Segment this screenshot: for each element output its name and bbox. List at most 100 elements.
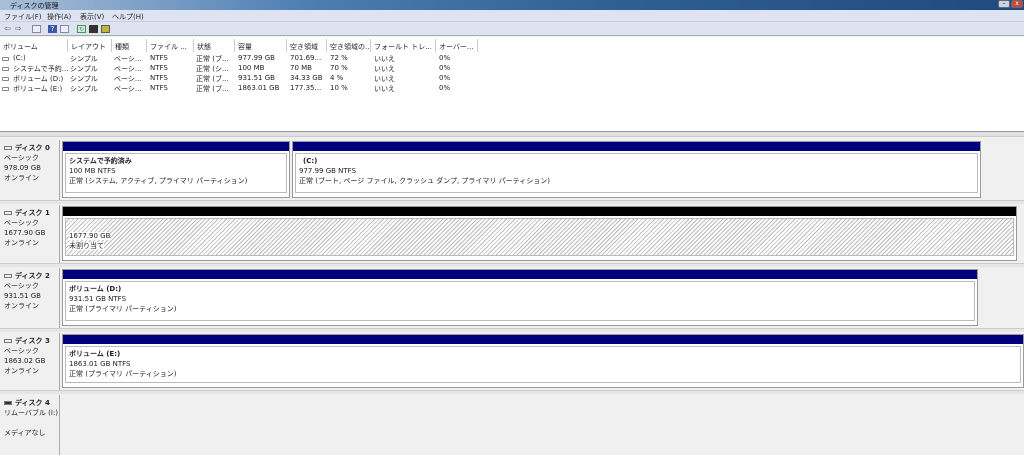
table-cell: 4 %	[330, 74, 344, 82]
console-tree-icon[interactable]	[32, 25, 41, 33]
disk-type: ベーシック	[4, 219, 39, 227]
menu-file[interactable]: ファイル(F)	[4, 12, 42, 22]
partition[interactable]: ボリューム (D:) 931.51 GB NTFS 正常 (プライマリ パーティショ…	[62, 269, 978, 326]
table-cell: 701.69...	[290, 54, 322, 62]
disk-size: 931.51 GB	[4, 292, 41, 300]
help-icon[interactable]: ?	[48, 25, 57, 33]
refresh-icon[interactable]: ↻	[77, 25, 86, 33]
table-cell: 0%	[439, 54, 451, 62]
disk-name: ディスク 3	[4, 336, 59, 346]
disk-separator	[0, 263, 1024, 267]
partition-size: 1677.90 GB	[69, 231, 1010, 241]
partition-size: 100 MB NTFS	[69, 166, 283, 176]
table-row[interactable]: システムで予約... シンプル ベーシ... NTFS 正常 (シ... 100 MB 70…	[0, 64, 480, 74]
col-filesystem[interactable]: ファイル ...	[147, 39, 194, 52]
disk-label[interactable]: ディスク 1 ベーシック 1677.90 GB オンライン	[0, 205, 60, 263]
partition-status-text: 正常 (プライマリ パーティション)	[69, 305, 177, 313]
col-layout[interactable]: レイアウト	[68, 39, 112, 52]
minimize-button[interactable]: –	[998, 0, 1010, 8]
partition-size: 977.99 GB NTFS	[299, 166, 974, 176]
table-cell: ベーシ...	[114, 65, 142, 73]
rescan-icon[interactable]	[101, 25, 110, 33]
col-free[interactable]: 空き領域	[287, 39, 327, 52]
col-free-pct[interactable]: 空き領域の...	[327, 39, 371, 52]
table-cell: シンプル	[70, 75, 98, 83]
partition-status-text: 未割り当て	[69, 242, 104, 250]
table-cell: 10 %	[330, 84, 348, 92]
col-type[interactable]: 種類	[112, 39, 147, 52]
disk-name: ディスク 2	[4, 271, 59, 281]
table-cell: 977.99 GB	[238, 54, 275, 62]
partition[interactable]: (C:) 977.99 GB NTFS 正常 (ブート, ページ ファイル, クラッ…	[292, 141, 981, 198]
disk-label[interactable]: ディスク 4 リムーバブル (I:) メディアなし	[0, 395, 60, 455]
table-row[interactable]: ボリューム (D:) シンプル ベーシ... NTFS 正常 (ブ... 931.51 G…	[0, 74, 480, 84]
pane-splitter[interactable]	[0, 131, 1024, 137]
table-cell: シンプル	[70, 65, 98, 73]
disk-status: オンライン	[4, 239, 39, 247]
partition-size: 931.51 GB NTFS	[69, 294, 971, 304]
table-cell: NTFS	[150, 54, 168, 62]
disk-separator	[0, 328, 1024, 332]
table-cell: シンプル	[70, 85, 98, 93]
menu-view[interactable]: 表示(V)	[80, 12, 104, 22]
table-cell: 931.51 GB	[238, 74, 275, 82]
partition-body: 1677.90 GB 未割り当て	[65, 218, 1014, 256]
disk-label[interactable]: ディスク 0 ベーシック 978.09 GB オンライン	[0, 140, 60, 200]
disk-label[interactable]: ディスク 2 ベーシック 931.51 GB オンライン	[0, 268, 60, 328]
disk-separator	[0, 390, 1024, 394]
partition[interactable]: システムで予約済み 100 MB NTFS 正常 (システム, アクティブ, プライ…	[62, 141, 290, 198]
disk-icon	[4, 274, 12, 278]
disk-type: リムーバブル (I:)	[4, 409, 59, 417]
partition[interactable]: ボリューム (E:) 1863.01 GB NTFS 正常 (プライマリ パーティシ…	[62, 334, 1024, 388]
partition-status: 未割り当て	[69, 241, 1010, 251]
table-cell: NTFS	[150, 84, 168, 92]
disk-name-text: ディスク 2	[15, 272, 50, 280]
menu-bar: ファイル(F) 操作(A) 表示(V) ヘルプ(H)	[0, 10, 1024, 22]
col-status[interactable]: 状態	[194, 39, 235, 52]
table-cell: 72 %	[330, 54, 348, 62]
disk-name: ディスク 0	[4, 143, 59, 153]
partition-body: ボリューム (D:) 931.51 GB NTFS 正常 (プライマリ パーティショ…	[65, 281, 975, 321]
show-pane-icon[interactable]	[60, 25, 69, 33]
table-cell: (C:)	[13, 54, 26, 62]
disk-name: ディスク 1	[4, 208, 59, 218]
table-cell: ベーシ...	[114, 75, 142, 83]
disk-name: ディスク 4	[4, 398, 59, 408]
unallocated-partition[interactable]: 1677.90 GB 未割り当て	[62, 206, 1017, 261]
partition-name: ボリューム (E:)	[69, 350, 121, 358]
col-fault-tolerance[interactable]: フォールト トレ...	[371, 39, 436, 52]
drive-icon	[2, 67, 9, 71]
back-icon[interactable]: ⇦	[3, 25, 12, 33]
disk-size: 1677.90 GB	[4, 229, 46, 237]
disk-status: オンライン	[4, 174, 39, 182]
menu-help[interactable]: ヘルプ(H)	[112, 12, 144, 22]
table-cell: いいえ	[374, 75, 395, 83]
table-cell: NTFS	[150, 74, 168, 82]
disk-status: メディアなし	[4, 429, 46, 437]
forward-icon[interactable]: ⇨	[14, 25, 23, 33]
toolbar: ⇦ ⇨ ? ↻	[0, 22, 1024, 36]
table-cell: ベーシ...	[114, 55, 142, 63]
col-capacity[interactable]: 容量	[235, 39, 287, 52]
col-volume[interactable]: ボリューム	[0, 39, 68, 52]
table-row[interactable]: ボリューム (E:) シンプル ベーシ... NTFS 正常 (ブ... 1863.01 …	[0, 84, 480, 94]
partition-bar	[63, 207, 1016, 216]
properties-icon[interactable]	[89, 25, 98, 33]
menu-action[interactable]: 操作(A)	[47, 12, 71, 22]
partition-size-text: 1863.01 GB NTFS	[69, 360, 131, 368]
table-row[interactable]: (C:) シンプル ベーシ... NTFS 正常 (ブ... 977.99 GB 701.6…	[0, 54, 480, 64]
partition-name: システムで予約済み	[69, 157, 132, 165]
col-overhead[interactable]: オーバー...	[436, 39, 478, 52]
partition-body: (C:) 977.99 GB NTFS 正常 (ブート, ページ ファイル, クラッ…	[295, 153, 978, 193]
table-cell: 100 MB	[238, 64, 265, 72]
table-cell: 0%	[439, 84, 451, 92]
table-cell: ベーシ...	[114, 85, 142, 93]
partition-status: 正常 (プライマリ パーティション)	[69, 304, 971, 314]
partition-status: 正常 (システム, アクティブ, プライマリ パーティション)	[69, 176, 283, 186]
partition-size-text: 977.99 GB NTFS	[299, 167, 357, 175]
partition-status: 正常 (ブート, ページ ファイル, クラッシュ ダンプ, プライマリ パーティ…	[299, 176, 974, 186]
disk-label[interactable]: ディスク 3 ベーシック 1863.02 GB オンライン	[0, 333, 60, 390]
close-button[interactable]: x	[1011, 0, 1023, 8]
table-cell: NTFS	[150, 64, 168, 72]
